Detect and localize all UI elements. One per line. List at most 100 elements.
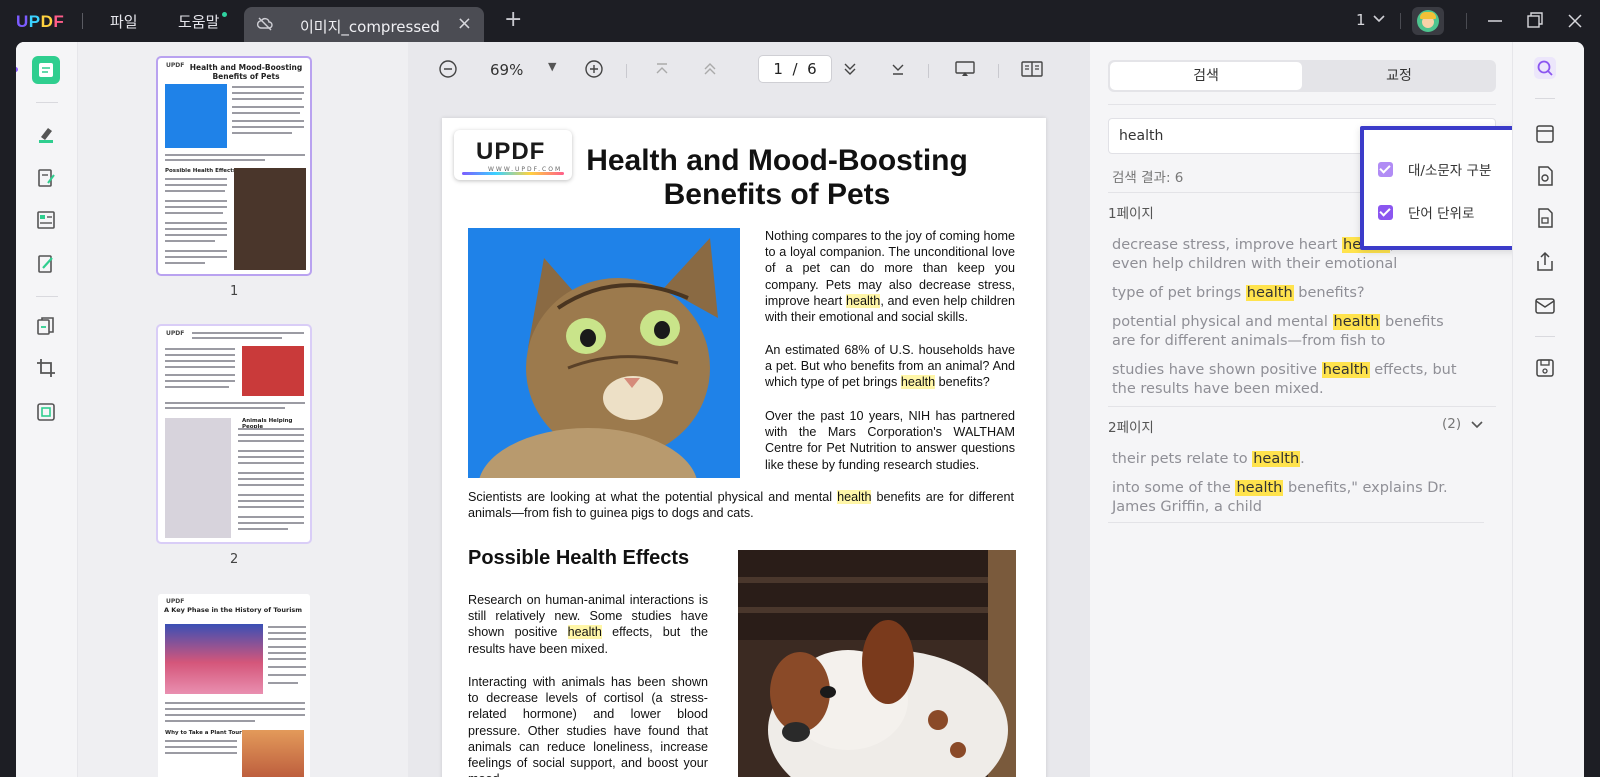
zoom-out-icon[interactable]	[438, 59, 458, 79]
protect-document-icon[interactable]	[1533, 206, 1557, 230]
thumb-text-line	[238, 522, 304, 524]
thumb-text-line	[232, 120, 304, 122]
convert-icon[interactable]	[1533, 122, 1557, 146]
thumb-text-line	[232, 112, 300, 114]
crop-tool-button[interactable]	[32, 354, 60, 382]
thumb-text-line	[165, 702, 305, 704]
thumb-heading: Why to Take a Plant Tour	[165, 730, 242, 736]
reader-mode-button[interactable]	[32, 56, 60, 84]
option-label: 단어 단위로	[1408, 206, 1475, 222]
thumb-heading: Possible Health Effects	[165, 168, 237, 174]
menu-help[interactable]: 도움말	[178, 11, 219, 32]
crop-icon	[37, 359, 55, 377]
filter-dropdown: 대/소문자 구분 단어 단위로	[1360, 126, 1524, 250]
thumb-text-line	[192, 337, 282, 339]
search-result[interactable]: their pets relate to health.	[1112, 450, 1462, 469]
document-tab[interactable]: 이미지_compressed ×	[244, 7, 484, 42]
close-tab-icon[interactable]: ×	[457, 13, 472, 34]
thumb-text-line	[165, 374, 235, 376]
thumb-text-line	[165, 190, 225, 192]
comment-tool-button[interactable]	[32, 120, 60, 148]
ocr-document-icon[interactable]	[1533, 164, 1557, 188]
thumb-text-line	[232, 126, 304, 128]
thumb-text-line	[268, 638, 306, 640]
save-icon[interactable]	[1533, 356, 1557, 380]
share-icon[interactable]	[1533, 250, 1557, 274]
close-window-icon[interactable]	[1562, 8, 1588, 34]
previous-page-icon[interactable]	[700, 59, 720, 79]
thumb-text-line	[238, 500, 304, 502]
thumb-text-line	[165, 256, 227, 258]
divider	[1108, 104, 1496, 105]
search-icon[interactable]	[1533, 56, 1557, 80]
search-input[interactable]	[1109, 119, 1369, 153]
page-number-input[interactable]: 1 / 6	[758, 55, 832, 83]
organize-pages-button[interactable]	[32, 312, 60, 340]
ocr-tool-button[interactable]	[32, 398, 60, 426]
paragraph-6: Interacting with animals has been shown …	[468, 675, 708, 777]
thumb-text-line	[192, 332, 304, 334]
page-layout-icon[interactable]	[1020, 59, 1044, 79]
minimize-icon[interactable]	[1482, 8, 1508, 34]
form-tool-button[interactable]	[32, 206, 60, 234]
thumb-text-line	[165, 159, 265, 161]
search-highlight: health	[837, 490, 872, 504]
chevron-down-icon[interactable]	[1470, 418, 1484, 432]
divider	[1535, 98, 1555, 99]
tab-search[interactable]: 검색	[1110, 62, 1302, 90]
thumb-cat-image	[165, 84, 227, 148]
result-group-label[interactable]: 1페이지	[1108, 202, 1154, 222]
app-logo: UPDF	[16, 12, 65, 31]
checkbox-checked[interactable]	[1378, 161, 1393, 177]
paragraph-2: An estimated 68% of U.S. households have…	[765, 343, 1015, 390]
search-result[interactable]: potential physical and mental health ben…	[1112, 313, 1462, 351]
next-page-icon[interactable]	[840, 59, 860, 79]
thumb-text-line	[238, 440, 304, 442]
thumb-text-line	[238, 528, 288, 530]
first-page-icon[interactable]	[652, 59, 672, 79]
presentation-icon[interactable]	[954, 59, 976, 79]
page-indicator[interactable]: 1	[1356, 11, 1366, 29]
search-result[interactable]: type of pet brings health benefits?	[1112, 284, 1462, 303]
thumbnail-page-1[interactable]: UPDF Health and Mood-Boosting Benefits o…	[156, 56, 312, 276]
edit-tool-button[interactable]	[32, 164, 60, 192]
thumbnail-page-3[interactable]: UPDF A Key Phase in the History of Touri…	[158, 594, 310, 777]
thumbnail-page-2[interactable]: UPDF Animals Helping People	[156, 324, 312, 544]
right-tool-rail	[1512, 42, 1584, 777]
thumb-text-line	[232, 86, 304, 88]
result-group-label[interactable]: 2페이지	[1108, 416, 1154, 436]
option-label: 대/소문자 구분	[1408, 163, 1492, 179]
thumb-cat-image	[165, 418, 231, 538]
thumb-text-line	[268, 658, 306, 660]
paragraph-3: Over the past 10 years, NIH has partnere…	[765, 409, 1015, 472]
avatar[interactable]	[1412, 7, 1444, 35]
search-result[interactable]: studies have shown positive health effec…	[1112, 361, 1462, 399]
tab-proofread[interactable]: 교정	[1304, 62, 1494, 90]
result-highlight: health	[1245, 285, 1294, 301]
email-icon[interactable]	[1533, 294, 1557, 318]
paragraph-5: Research on human-animal interactions is…	[468, 593, 708, 656]
restore-icon[interactable]	[1522, 8, 1548, 34]
zoom-in-icon[interactable]	[584, 59, 604, 79]
thumbnail-panel: UPDF Health and Mood-Boosting Benefits o…	[78, 42, 408, 777]
menu-file[interactable]: 파일	[110, 11, 138, 32]
highlighter-icon	[39, 128, 53, 143]
dog-illustration	[738, 550, 1016, 777]
divider	[1535, 336, 1555, 337]
search-result[interactable]: into some of the health benefits," expla…	[1112, 479, 1462, 517]
thumb-text-line	[268, 626, 306, 628]
zoom-dropdown-icon[interactable]: ▼	[548, 60, 556, 73]
chevron-down-icon[interactable]	[1372, 12, 1386, 26]
case-sensitive-option[interactable]: 대/소문자 구분	[1378, 159, 1491, 179]
sign-tool-button[interactable]	[32, 250, 60, 278]
thumb-text-line	[165, 250, 227, 252]
zoom-level[interactable]: 69%	[490, 61, 523, 79]
add-tab-button[interactable]: +	[504, 9, 522, 31]
thumb-text-line	[238, 484, 304, 486]
thumb-title: A Key Phase in the History of Tourism	[164, 606, 303, 614]
checkbox-checked[interactable]	[1378, 204, 1393, 220]
pages-icon	[37, 317, 54, 335]
last-page-icon[interactable]	[888, 59, 908, 79]
rail-indicator	[16, 67, 18, 72]
whole-word-option[interactable]: 단어 단위로	[1378, 202, 1474, 222]
